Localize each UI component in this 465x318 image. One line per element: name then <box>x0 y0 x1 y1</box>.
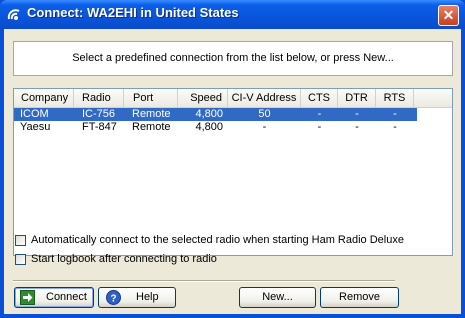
svg-text:?: ? <box>110 294 116 305</box>
connect-label: Connect <box>46 291 87 303</box>
new-button[interactable]: New... <box>239 287 316 308</box>
connect-dialog: Connect: WA2EHI in United States ✕ Selec… <box>0 0 465 318</box>
green-arrow-icon <box>20 290 35 305</box>
separator <box>13 280 395 282</box>
column-dtr[interactable]: DTR <box>338 89 376 107</box>
column-rts[interactable]: RTS <box>376 89 414 107</box>
close-button[interactable]: ✕ <box>438 5 459 26</box>
cell-cts: - <box>317 108 322 120</box>
dialog-body: Select a predefined connection from the … <box>4 29 461 314</box>
ham-radio-icon <box>7 9 20 20</box>
cell-port: Remote <box>132 108 171 120</box>
cell-company: ICOM <box>20 108 49 120</box>
cell-dtr: - <box>355 108 359 120</box>
cell-rts: - <box>393 121 397 133</box>
cell-civ-address: - <box>262 121 267 133</box>
column-speed[interactable]: Speed <box>178 89 228 107</box>
start-logbook-label[interactable]: Start logbook after connecting to radio <box>31 253 217 265</box>
column-port[interactable]: Port <box>124 89 178 107</box>
help-label: Help <box>136 291 159 303</box>
list-header: Company Radio Port Speed CI-V Address CT… <box>14 89 452 108</box>
cell-radio: FT-847 <box>82 121 117 133</box>
auto-connect-label[interactable]: Automatically connect to the selected ra… <box>31 234 404 246</box>
remove-button[interactable]: Remove <box>320 287 399 308</box>
window-title: Connect: WA2EHI in United States <box>27 5 239 20</box>
connection-list[interactable]: Company Radio Port Speed CI-V Address CT… <box>13 88 453 256</box>
cell-port: Remote <box>132 121 171 133</box>
cell-dtr: - <box>355 121 359 133</box>
cell-civ-address: 50 <box>258 108 271 120</box>
table-row[interactable]: ICOM IC-756 Remote 4,800 50 - - - <box>14 108 417 121</box>
cell-speed: 4,800 <box>195 108 223 120</box>
connect-button[interactable]: Connect <box>14 287 94 308</box>
cell-rts: - <box>393 108 397 120</box>
cell-radio: IC-756 <box>82 108 116 120</box>
column-radio[interactable]: Radio <box>74 89 124 107</box>
cell-company: Yaesu <box>20 121 51 133</box>
column-civ-address[interactable]: CI-V Address <box>228 89 301 107</box>
column-cts[interactable]: CTS <box>301 89 338 107</box>
help-icon: ? <box>106 290 121 305</box>
cell-speed: 4,800 <box>195 121 223 133</box>
start-logbook-checkbox[interactable] <box>15 254 26 265</box>
help-button[interactable]: ? Help <box>98 287 176 308</box>
title-bar[interactable]: Connect: WA2EHI in United States ✕ <box>0 0 465 29</box>
instruction-text: Select a predefined connection from the … <box>13 41 453 76</box>
column-company[interactable]: Company <box>14 89 74 107</box>
table-row[interactable]: Yaesu FT-847 Remote 4,800 - - - - <box>14 121 417 134</box>
cell-cts: - <box>317 121 322 133</box>
auto-connect-checkbox[interactable] <box>15 235 26 246</box>
